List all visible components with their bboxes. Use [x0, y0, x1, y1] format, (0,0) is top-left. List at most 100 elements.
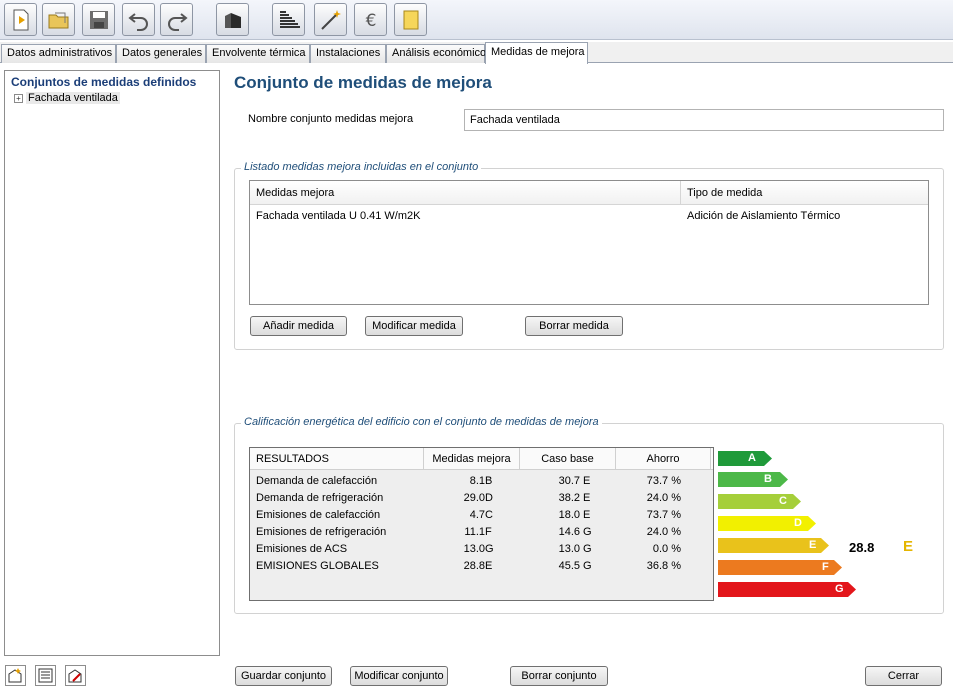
economic-button[interactable]: €: [354, 3, 387, 36]
column-header-tipo[interactable]: Tipo de medida: [681, 181, 928, 205]
global-score-letter: E: [903, 538, 914, 555]
redo-button[interactable]: [160, 3, 193, 36]
rating-arrow-b-letter: B: [764, 473, 772, 485]
results-row: Demanda de refrigeración 29.0 D 38.2 E 2…: [250, 490, 713, 507]
save-set-button[interactable]: Guardar conjunto: [235, 666, 332, 686]
results-row: Emisiones de refrigeración 11.1 F 14.6 G…: [250, 524, 713, 541]
tab-datos-generales[interactable]: Datos generales: [116, 44, 206, 63]
rating-arrow-g: G: [718, 582, 856, 597]
table-row[interactable]: Fachada ventilada U 0.41 W/m2K Adición d…: [250, 207, 928, 225]
tab-medidas-de-mejora[interactable]: Medidas de mejora: [485, 42, 588, 64]
results-row: Emisiones de ACS 13.0 G 13.0 G 0.0 %: [250, 541, 713, 558]
modify-set-button[interactable]: Modificar conjunto: [350, 666, 448, 686]
main-toolbar: €: [0, 0, 953, 40]
rating-arrow-b-shape: [718, 472, 788, 487]
base-letter: E: [583, 492, 591, 504]
open-folder-icon: [48, 12, 68, 28]
improved-letter: C: [485, 509, 493, 521]
svg-text:€: €: [365, 11, 376, 31]
rating-arrow-e-letter: E: [809, 539, 817, 551]
tab-analisis-economico[interactable]: Análisis económico: [386, 44, 486, 63]
rating-group-title: Calificación energética del edificio con…: [241, 416, 602, 428]
rating-arrow-a-shape: [718, 451, 772, 466]
base-value: 45.5: [558, 560, 580, 572]
report-icon: [403, 10, 418, 29]
result-label: Demanda de calefacción: [256, 475, 378, 487]
improved-letter: G: [485, 543, 494, 555]
base-letter: E: [583, 475, 591, 487]
column-header-medidas[interactable]: Medidas mejora: [250, 181, 681, 205]
column-header-ahorro: Ahorro: [616, 448, 711, 470]
new-set-icon: [8, 668, 22, 683]
base-value: 38.2: [558, 492, 580, 504]
results-row: EMISIONES GLOBALES 28.8 E 45.5 G 36.8 %: [250, 558, 713, 575]
improved-letter: E: [485, 560, 493, 572]
save-button[interactable]: [82, 3, 115, 36]
result-label: Emisiones de calefacción: [256, 509, 381, 521]
new-document-icon: [13, 9, 28, 30]
tree-item-label: Fachada ventilada: [26, 92, 120, 104]
new-set-button[interactable]: [5, 665, 26, 686]
results-row: Emisiones de calefacción 4.7 C 18.0 E 73…: [250, 507, 713, 524]
measures-table-header: Medidas mejora Tipo de medida: [250, 181, 928, 205]
result-label: EMISIONES GLOBALES: [256, 560, 379, 572]
rating-arrow-f: F: [718, 560, 842, 575]
modify-measure-button[interactable]: Modificar medida: [365, 316, 463, 336]
column-header-resultados: RESULTADOS: [250, 448, 424, 470]
improved-value: 13.0: [463, 543, 485, 555]
base-value: 30.7: [558, 475, 580, 487]
measures-list-title: Listado medidas mejora incluidas en el c…: [241, 161, 482, 173]
sets-tree-panel: Conjuntos de medidas definidos + Fachada…: [4, 70, 220, 656]
redo-icon: [167, 12, 188, 31]
set-name-label: Nombre conjunto medidas mejora: [248, 113, 414, 125]
open-button[interactable]: [42, 3, 75, 36]
edit-set-icon: [68, 669, 82, 683]
measure-type-cell: Adición de Aislamiento Térmico: [687, 210, 841, 222]
expand-icon[interactable]: +: [14, 93, 23, 103]
improved-letter: D: [485, 492, 493, 504]
rating-arrow-c-shape: [718, 494, 801, 509]
result-label: Demanda de refrigeración: [256, 492, 384, 504]
building-button[interactable]: [216, 3, 249, 36]
delete-set-button[interactable]: Borrar conjunto: [510, 666, 608, 686]
rating-arrow-a: A: [718, 451, 772, 466]
measure-name-cell: Fachada ventilada U 0.41 W/m2K: [256, 210, 421, 222]
delete-measure-button[interactable]: Borrar medida: [525, 316, 623, 336]
set-name-input[interactable]: Fachada ventilada: [464, 109, 944, 131]
column-header-medidas-mejora: Medidas mejora: [424, 448, 520, 470]
edit-set-button[interactable]: [65, 665, 86, 686]
improved-letter: B: [485, 475, 493, 487]
report-button[interactable]: [394, 3, 427, 36]
rating-arrow-c-letter: C: [779, 495, 787, 507]
tab-bar: Datos administrativos Datos generales En…: [0, 42, 953, 64]
undo-button[interactable]: [122, 3, 155, 36]
improved-value: 29.0: [463, 492, 485, 504]
close-button[interactable]: Cerrar: [865, 666, 942, 686]
saving-value: 24.0 %: [646, 526, 681, 538]
rating-arrow-b: B: [718, 472, 788, 487]
base-letter: G: [583, 560, 592, 572]
improved-value: 11.1: [464, 526, 485, 538]
measures-table: Medidas mejora Tipo de medida Fachada ve…: [249, 180, 929, 305]
improved-value: 8.1: [469, 475, 485, 487]
tab-datos-administrativos[interactable]: Datos administrativos: [1, 44, 116, 63]
sets-tree-title: Conjuntos de medidas definidos: [11, 75, 197, 89]
tab-instalaciones[interactable]: Instalaciones: [310, 44, 386, 63]
rating-arrow-c: C: [718, 494, 801, 509]
energy-rating-button[interactable]: [272, 3, 305, 36]
rating-arrow-g-letter: G: [835, 583, 844, 595]
wizard-button[interactable]: [314, 3, 347, 36]
list-button[interactable]: [35, 665, 56, 686]
tree-item-fachada-ventilada[interactable]: + Fachada ventilada: [14, 92, 120, 104]
add-measure-button[interactable]: Añadir medida: [250, 316, 347, 336]
result-label: Emisiones de ACS: [256, 543, 348, 555]
rating-arrow-f-letter: F: [822, 561, 829, 573]
global-score-value: 28.8: [849, 540, 875, 555]
new-document-button[interactable]: [4, 3, 37, 36]
energy-rating-icon: [279, 10, 300, 28]
saving-value: 36.8 %: [646, 560, 681, 572]
rating-arrow-d: D: [718, 516, 816, 531]
page-title: Conjunto de medidas de mejora: [234, 73, 492, 92]
tab-envolvente-termica[interactable]: Envolvente térmica: [206, 44, 310, 63]
base-value: 18.0: [558, 509, 580, 521]
